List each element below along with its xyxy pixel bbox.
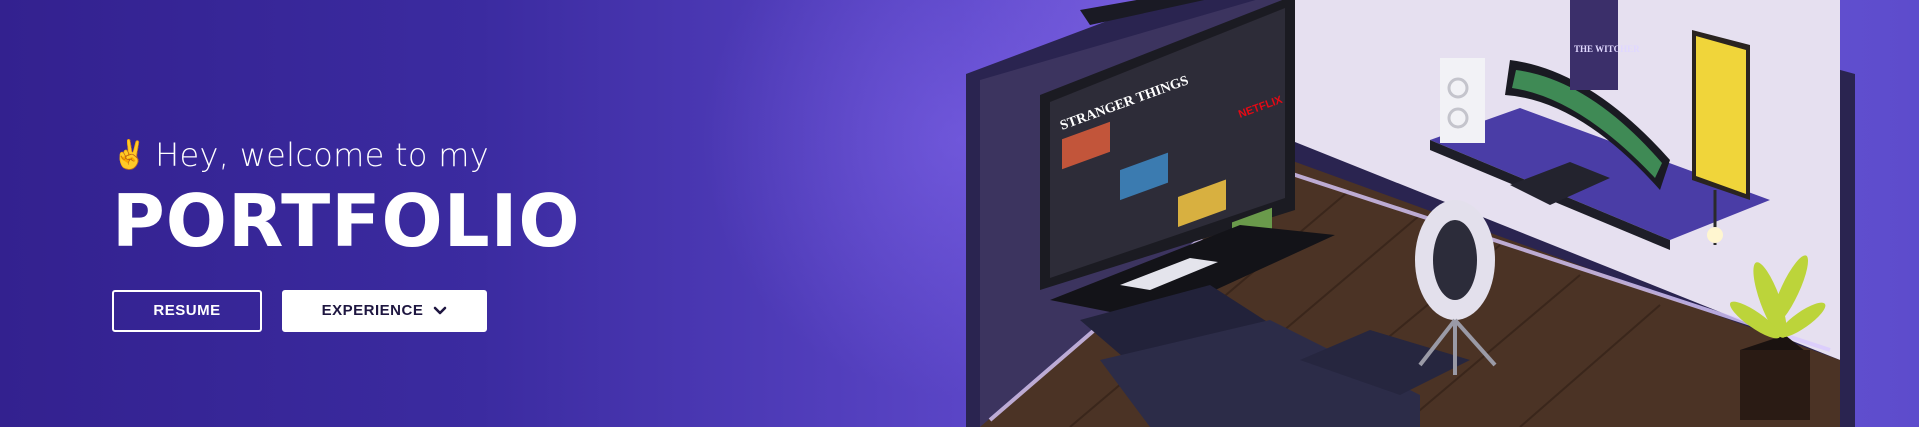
- cyberpunk-poster: [1696, 36, 1746, 194]
- greeting-text: Hey, welcome to my: [155, 136, 489, 174]
- page-title: PORTFOLIO: [112, 179, 581, 263]
- experience-button-label: EXPERIENCE: [321, 302, 424, 320]
- resume-button[interactable]: RESUME: [112, 289, 262, 332]
- experience-dropdown-button[interactable]: EXPERIENCE: [282, 289, 487, 332]
- button-group: RESUME EXPERIENCE: [112, 289, 672, 332]
- pc-tower: [1440, 58, 1485, 143]
- hero-section: ✌ Hey, welcome to my PORTFOLIO RESUME EX…: [112, 136, 672, 332]
- victory-hand-emoji-icon: ✌: [112, 138, 148, 171]
- witcher-poster-title: THE WITCHER: [1574, 44, 1640, 54]
- chevron-down-icon: [434, 306, 447, 314]
- gaming-room-illustration: STRANGER THINGS NETFLIX THE WITCHER: [966, 0, 1855, 427]
- greeting: ✌ Hey, welcome to my: [112, 136, 672, 174]
- resume-button-label: RESUME: [153, 302, 221, 320]
